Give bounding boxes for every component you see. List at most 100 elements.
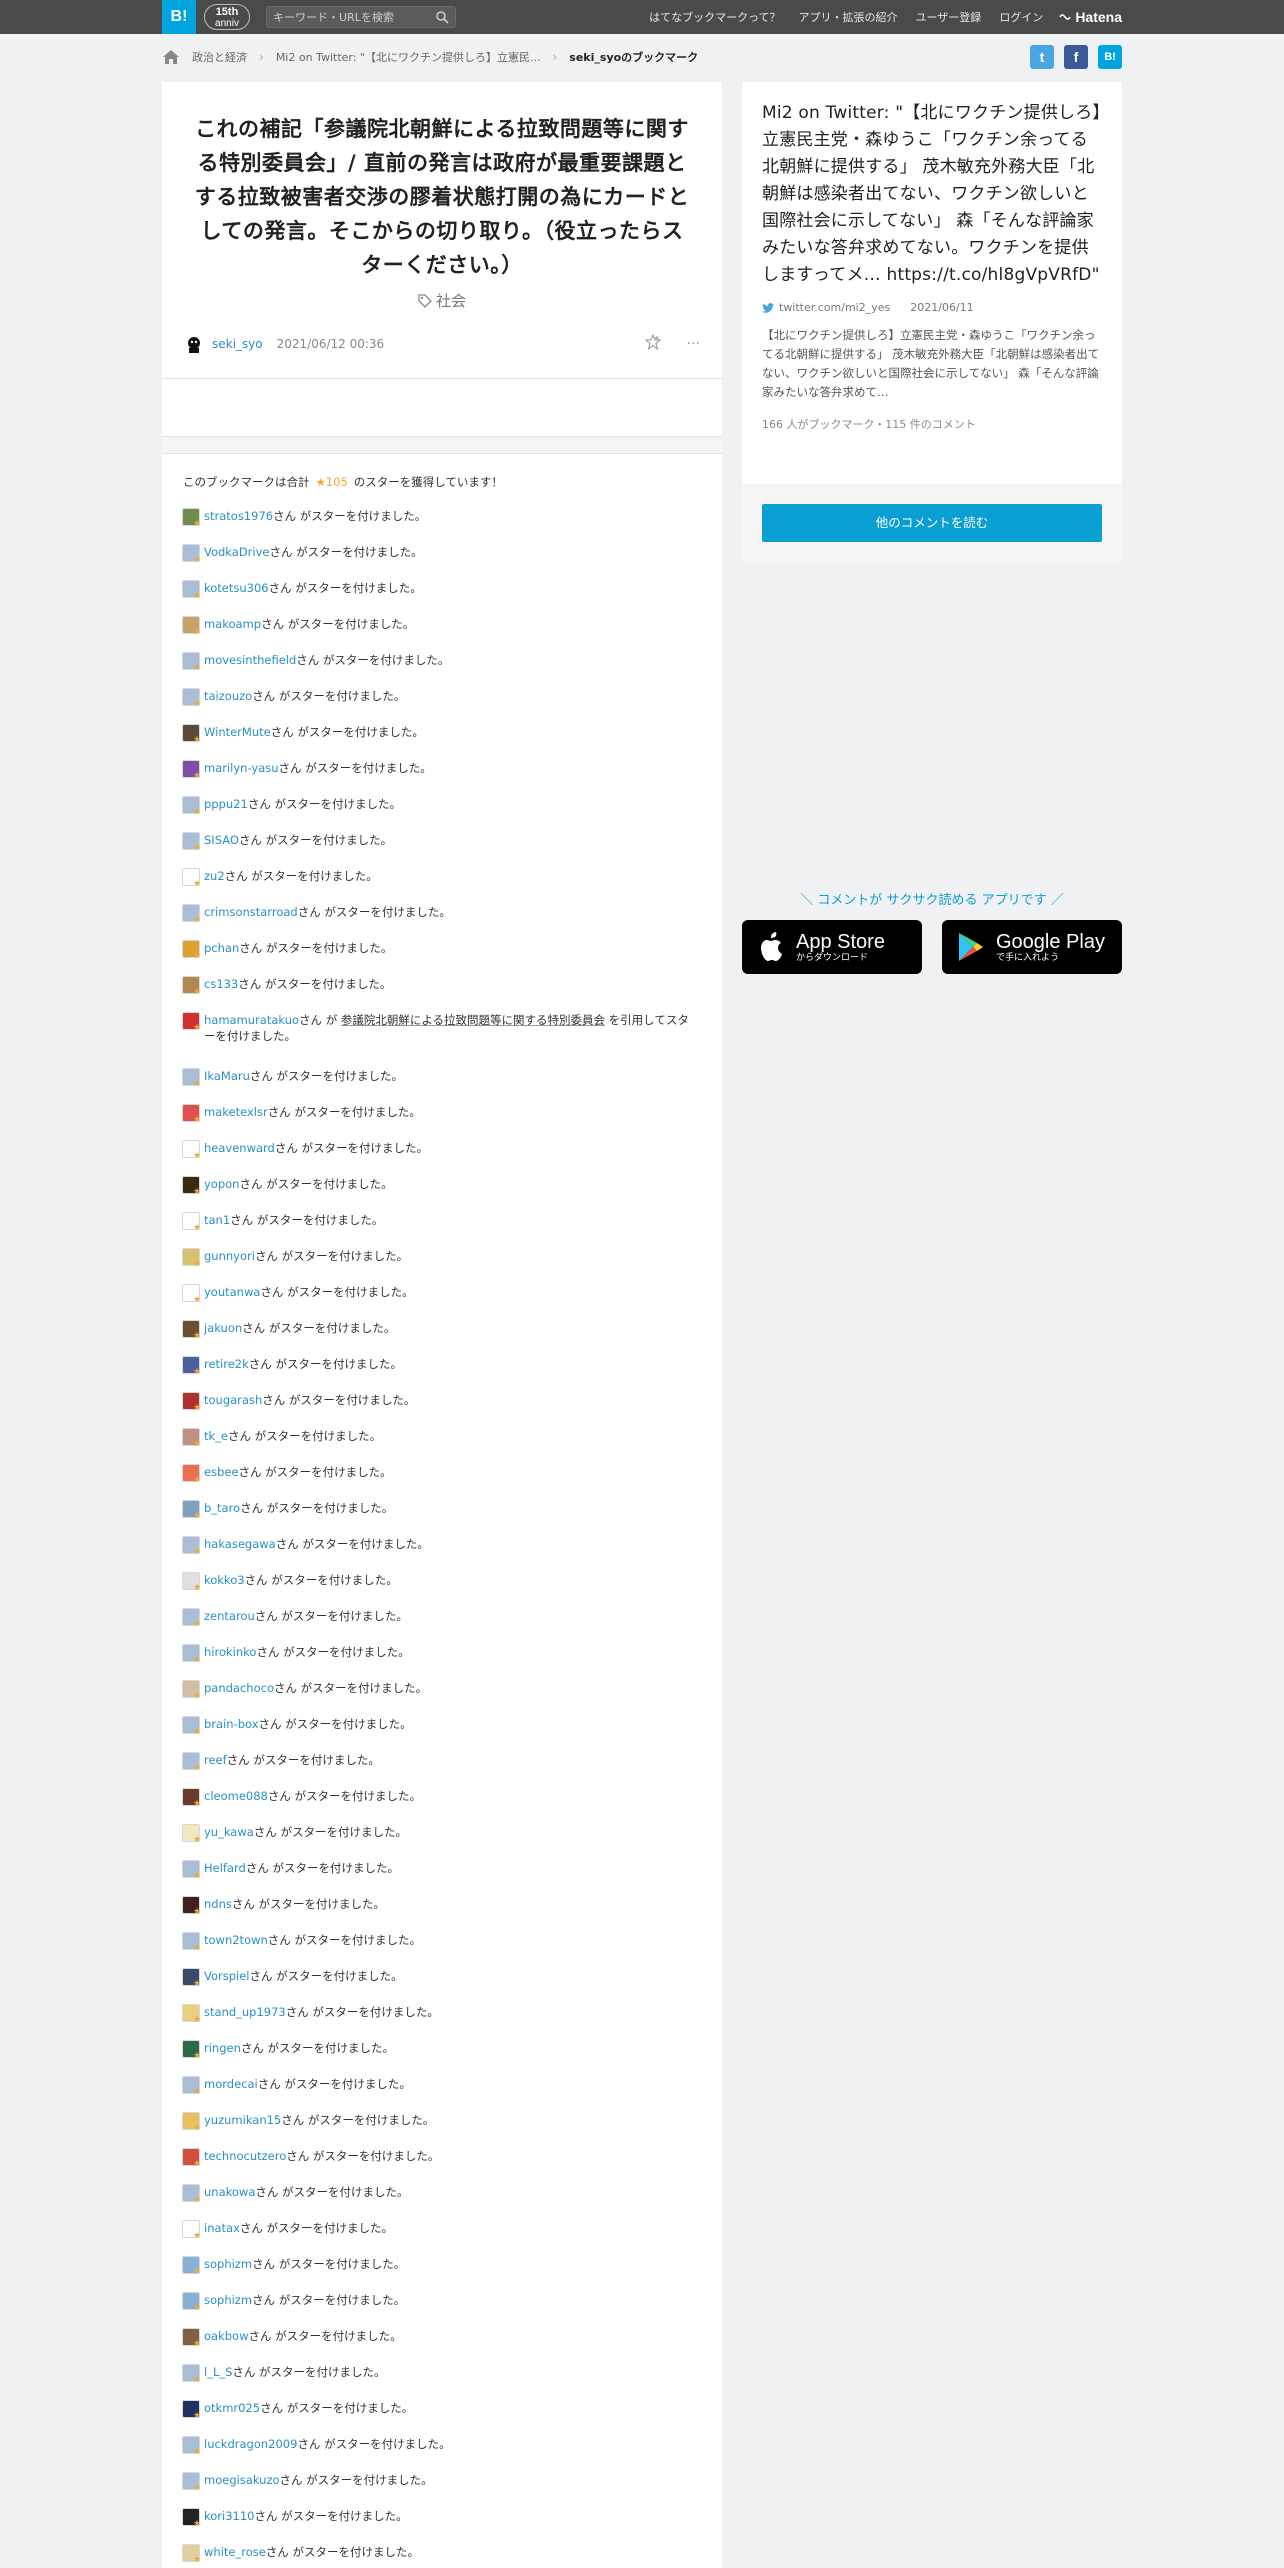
star-user-link[interactable]: otkmr025 [204,2401,260,2415]
about-link[interactable]: はてなブックマークって？ [649,9,780,25]
star-user-link[interactable]: b_taro [204,1501,240,1515]
hatena-brand-link[interactable]: Hatena [1059,9,1122,25]
star-user-link[interactable]: esbee [204,1465,239,1479]
star-user-avatar[interactable]: ★ [182,2436,201,2457]
more-menu-button[interactable]: ··· [687,336,700,352]
star-user-link[interactable]: sophizm [204,2293,252,2307]
user-avatar[interactable] [184,334,204,354]
twitter-share-button[interactable]: t [1030,45,1054,69]
star-user-link[interactable]: mordecai [204,2077,258,2091]
home-icon[interactable] [162,49,180,65]
star-user-link[interactable]: town2town [204,1933,268,1947]
star-user-link[interactable]: heavenward [204,1141,275,1155]
star-user-link[interactable]: white_rose [204,2545,266,2559]
star-user-avatar[interactable]: ★ [182,2148,201,2169]
star-user-avatar[interactable]: ★ [182,2040,201,2061]
star-user-link[interactable]: retire2k [204,1357,249,1371]
star-user-avatar[interactable]: ★ [182,1104,201,1125]
star-user-link[interactable]: gunnyori [204,1249,255,1263]
star-user-avatar[interactable]: ★ [182,832,201,853]
star-user-avatar[interactable]: ★ [182,580,201,601]
star-user-avatar[interactable]: ★ [182,796,201,817]
star-user-link[interactable]: moegisakuzo [204,2473,280,2487]
star-user-avatar[interactable]: ★ [182,2256,201,2277]
star-user-avatar[interactable]: ★ [182,1536,201,1557]
star-user-link[interactable]: tk_e [204,1429,228,1443]
star-user-link[interactable]: zentarou [204,1609,255,1623]
star-user-link[interactable]: Helfard [204,1861,246,1875]
star-user-link[interactable]: maketexlsr [204,1105,268,1119]
star-user-avatar[interactable]: ★ [182,688,201,709]
star-user-link[interactable]: cleome088 [204,1789,268,1803]
star-user-avatar[interactable]: ★ [182,2292,201,2313]
star-user-link[interactable]: ringen [204,2041,241,2055]
quoted-text-link[interactable]: 参議院北朝鮮による拉致問題等に関する特別委員会 [341,1013,605,1027]
tag[interactable]: 社会 [418,290,466,311]
star-user-avatar[interactable]: ★ [182,1644,201,1665]
star-user-avatar[interactable]: ★ [182,2544,201,2565]
star-user-link[interactable]: brain-box [204,1717,259,1731]
star-user-avatar[interactable]: ★ [182,1140,201,1161]
star-user-avatar[interactable]: ★ [182,1788,201,1809]
star-user-link[interactable]: cs133 [204,977,238,991]
star-user-link[interactable]: kori3110 [204,2509,254,2523]
star-user-link[interactable]: taizouzo [204,689,252,703]
star-user-avatar[interactable]: ★ [182,2508,201,2529]
star-user-avatar[interactable]: ★ [182,1012,201,1033]
star-user-link[interactable]: yopon [204,1177,239,1191]
anniversary-badge[interactable]: 15th anniv [204,4,250,30]
star-user-link[interactable]: movesinthefield [204,653,296,667]
star-user-avatar[interactable]: ★ [182,2220,201,2241]
star-user-link[interactable]: youtanwa [204,1285,260,1299]
star-user-avatar[interactable]: ★ [182,1824,201,1845]
star-user-link[interactable]: luckdragon2009 [204,2437,297,2451]
star-user-link[interactable]: hamamuratakuo [204,1013,299,1027]
star-user-link[interactable]: pandachoco [204,1681,274,1695]
star-user-avatar[interactable]: ★ [182,2400,201,2421]
star-user-link[interactable]: yu_kawa [204,1825,254,1839]
google-play-badge[interactable]: Google Play で手に入れよう [942,920,1122,974]
star-user-avatar[interactable]: ★ [182,868,201,889]
entry-title[interactable]: Mi2 on Twitter: "【北にワクチン提供しろ】立憲民主党・森ゆうこ「… [762,100,1102,289]
hatena-bookmark-button[interactable]: B! [1098,45,1122,69]
star-user-avatar[interactable]: ★ [182,760,201,781]
star-user-avatar[interactable]: ★ [182,1392,201,1413]
star-user-link[interactable]: kokko3 [204,1573,245,1587]
star-user-link[interactable]: marilyn-yasu [204,761,279,775]
star-user-link[interactable]: makoamp [204,617,261,631]
star-user-avatar[interactable]: ★ [182,1572,201,1593]
star-user-link[interactable]: pppu21 [204,797,248,811]
bookmark-user[interactable]: seki_syo [212,337,263,351]
star-user-avatar[interactable]: ★ [182,904,201,925]
entry-domain[interactable]: twitter.com/mi2_yes [779,301,890,314]
star-user-avatar[interactable]: ★ [182,2184,201,2205]
star-user-link[interactable]: yuzumikan15 [204,2113,281,2127]
star-user-link[interactable]: jakuon [204,1321,242,1335]
star-user-link[interactable]: ndns [204,1897,232,1911]
star-user-link[interactable]: technocutzero [204,2149,286,2163]
star-user-link[interactable]: Vorspiel [204,1969,250,1983]
star-user-avatar[interactable]: ★ [182,940,201,961]
search-input[interactable] [273,9,423,25]
star-user-avatar[interactable]: ★ [182,616,201,637]
star-user-link[interactable]: oakbow [204,2329,248,2343]
star-user-link[interactable]: hakasegawa [204,1537,276,1551]
star-user-avatar[interactable]: ★ [182,508,201,529]
star-user-link[interactable]: hirokinko [204,1645,256,1659]
app-store-badge[interactable]: App Store からダウンロード [742,920,922,974]
star-user-avatar[interactable]: ★ [182,724,201,745]
star-user-link[interactable]: SISAO [204,833,239,847]
star-user-link[interactable]: reef [204,1753,227,1767]
star-user-link[interactable]: stratos1976 [204,509,273,523]
star-user-avatar[interactable]: ★ [182,1752,201,1773]
star-user-avatar[interactable]: ★ [182,2364,201,2385]
star-user-link[interactable]: zu2 [204,869,225,883]
star-user-avatar[interactable]: ★ [182,1320,201,1341]
star-user-link[interactable]: unakowa [204,2185,255,2199]
star-user-avatar[interactable]: ★ [182,1932,201,1953]
breadcrumb-category[interactable]: 政治と経済 [192,49,247,65]
star-user-link[interactable]: inatax [204,2221,240,2235]
breadcrumb-entry[interactable]: Mi2 on Twitter: "【北にワクチン提供しろ】立憲民... [276,49,541,65]
star-user-avatar[interactable]: ★ [182,1860,201,1881]
hatena-bookmark-logo[interactable]: B! [162,0,196,34]
